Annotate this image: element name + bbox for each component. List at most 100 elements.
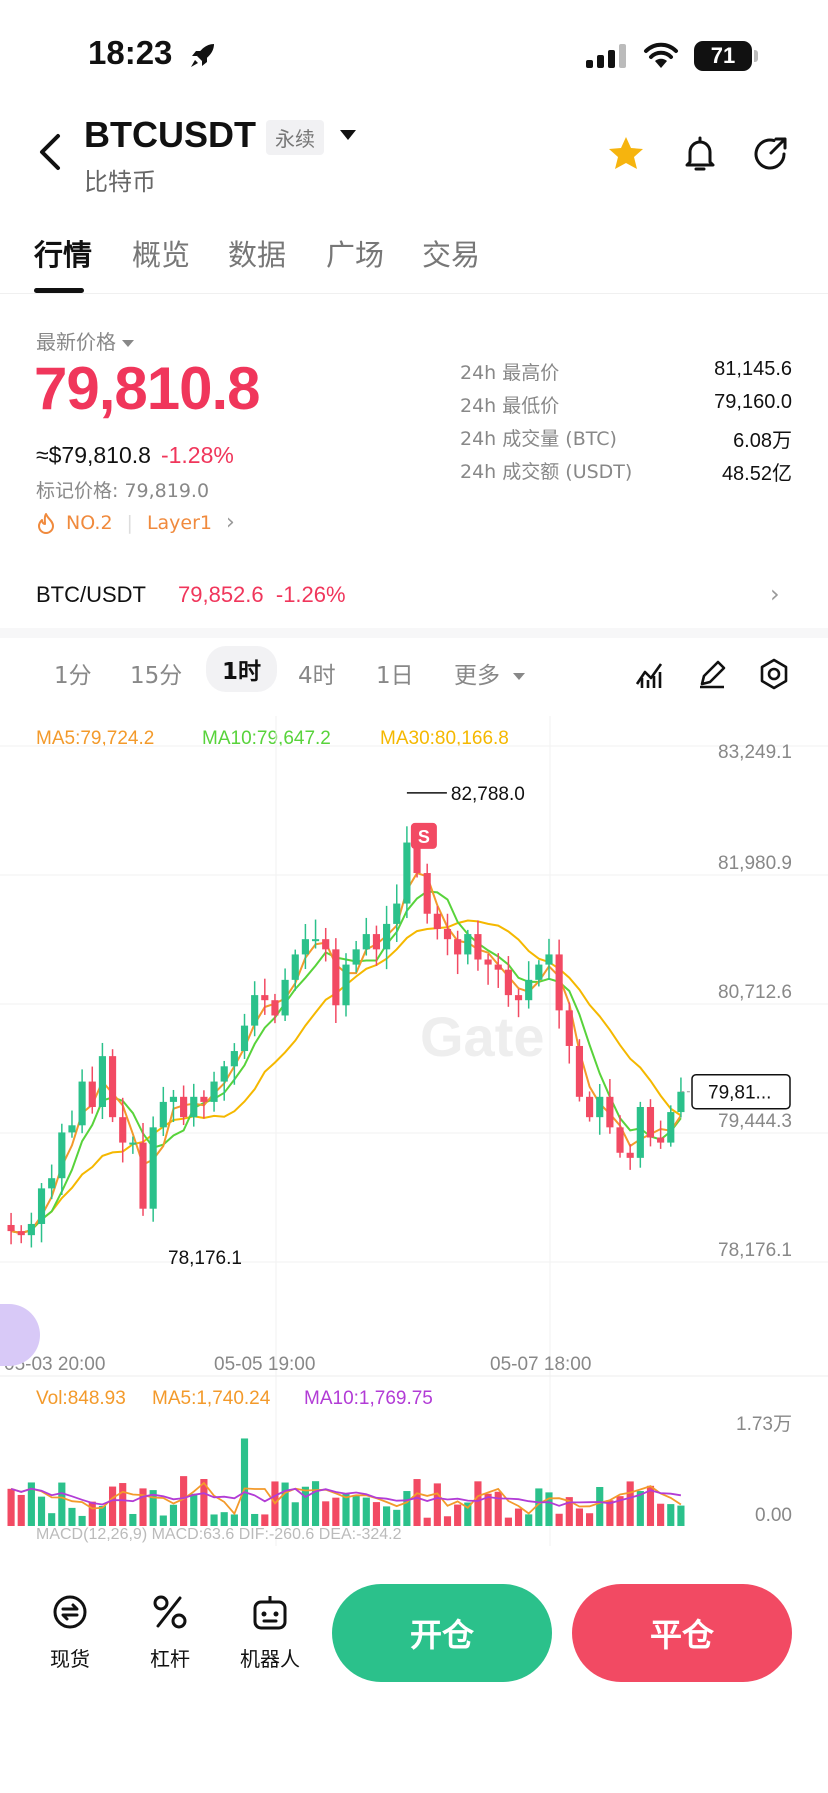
- draw-pencil-icon[interactable]: [696, 658, 728, 690]
- leverage-button[interactable]: 杠杆: [150, 1592, 190, 1672]
- latest-price-selector[interactable]: 最新价格: [36, 326, 134, 355]
- kline-chart[interactable]: MA5:79,724.2 MA10:79,647.2 MA30:80,166.8…: [0, 716, 828, 1546]
- candle-body: [535, 964, 543, 980]
- candle-body: [646, 1106, 655, 1138]
- stat-row: 24h 成交额 (USDT) 48.52亿: [460, 457, 792, 490]
- chart-svg[interactable]: Gate 83,249.1 81,980.9 80,712.6 79,444.3 78,…: [0, 716, 828, 1546]
- stats-panel: 24h 最高价 81,145.6 24h 最低价 79,160.0 24h 成交量 …: [460, 358, 792, 490]
- candle-body: [596, 1096, 604, 1118]
- volume-bar: [352, 1494, 360, 1526]
- volume-bar: [240, 1438, 249, 1526]
- header: BTCUSDT 永续 比特币: [0, 110, 828, 200]
- back-icon[interactable]: [34, 132, 68, 172]
- candle-body: [352, 949, 360, 965]
- symbol-title[interactable]: BTCUSDT: [84, 114, 256, 156]
- volume-bar: [383, 1506, 391, 1526]
- volume-bar: [17, 1494, 25, 1526]
- candle-body: [129, 1142, 137, 1145]
- sector-tag: Layer1: [146, 511, 212, 534]
- macd-label: MACD(12,26,9) MACD:63.6 DIF:-260.6 DEA:-…: [36, 1526, 402, 1543]
- candle-body: [636, 1106, 644, 1158]
- volume-bar: [210, 1514, 218, 1526]
- open-position-button[interactable]: 开仓: [332, 1584, 552, 1682]
- tag-row[interactable]: NO.2 | Layer1 ›: [36, 510, 235, 535]
- interval-1m[interactable]: 1分: [54, 656, 92, 690]
- main-tabs: 行情 概览 数据 广场 交易: [0, 222, 828, 294]
- volume-bar: [37, 1496, 46, 1526]
- close-position-button[interactable]: 平仓: [572, 1584, 792, 1682]
- tab-data[interactable]: 数据: [228, 232, 286, 274]
- volume-bar: [545, 1492, 553, 1526]
- x-tick-label: 05-05 19:00: [214, 1354, 315, 1375]
- candle-body: [251, 995, 259, 1026]
- interval-more[interactable]: 更多: [454, 656, 526, 690]
- y-tick-label: 81,980.9: [718, 853, 792, 874]
- volume-bar: [423, 1517, 431, 1526]
- interval-15m[interactable]: 15分: [130, 656, 182, 690]
- interval-1d[interactable]: 1日: [376, 656, 414, 690]
- battery-indicator: 71: [694, 41, 752, 71]
- volume-bar: [586, 1513, 594, 1526]
- candle-body: [322, 939, 330, 950]
- interval-4h[interactable]: 4时: [298, 656, 336, 690]
- volume-bar: [443, 1516, 452, 1526]
- tab-square[interactable]: 广场: [326, 232, 384, 274]
- volume-bar: [139, 1488, 147, 1526]
- tab-market[interactable]: 行情: [34, 232, 92, 274]
- volume-bar: [433, 1483, 441, 1526]
- volume-bar: [504, 1517, 512, 1526]
- candle-body: [190, 1096, 198, 1118]
- volume-bar: [48, 1513, 56, 1526]
- candle-body: [677, 1091, 685, 1113]
- wifi-icon: [644, 42, 678, 68]
- spot-pair-row[interactable]: BTC/USDT 79,852.6 -1.26% ›: [0, 568, 828, 628]
- candle-body: [514, 995, 523, 1001]
- indicator-icon[interactable]: [634, 658, 666, 690]
- volume-bar: [474, 1481, 482, 1526]
- y-tick-label: 79,444.3: [718, 1111, 792, 1132]
- interval-1h[interactable]: 1时: [206, 646, 278, 692]
- spot-button[interactable]: 现货: [50, 1592, 90, 1672]
- candle-body: [657, 1137, 665, 1143]
- volume-bar: [78, 1515, 86, 1526]
- favorite-star-icon[interactable]: [606, 134, 646, 174]
- interval-more-label: 更多: [454, 663, 500, 689]
- candle-body: [372, 934, 381, 950]
- mark-price: 标记价格: 79,819.0: [36, 480, 210, 502]
- vol-tick-label: 1.73万: [736, 1414, 792, 1435]
- spot-label: 现货: [50, 1647, 90, 1671]
- symbol-dropdown-icon[interactable]: [340, 130, 356, 140]
- alert-bell-icon[interactable]: [680, 134, 720, 174]
- volume-bar: [169, 1504, 178, 1526]
- candle-body: [504, 969, 512, 996]
- settings-icon[interactable]: [758, 658, 790, 690]
- volume-bar: [575, 1508, 584, 1526]
- low-marker-label: 78,176.1: [168, 1248, 242, 1269]
- candle-body: [230, 1051, 238, 1067]
- y-tick-label: 78,176.1: [718, 1240, 792, 1261]
- volume-bar: [230, 1514, 238, 1526]
- tab-trade[interactable]: 交易: [422, 232, 480, 274]
- tab-overview[interactable]: 概览: [132, 232, 190, 274]
- status-time: 18:23: [88, 34, 173, 71]
- volume-bar: [393, 1509, 401, 1526]
- candle-body: [240, 1025, 249, 1052]
- candle-body: [108, 1056, 117, 1118]
- tab-active-indicator: [34, 288, 84, 293]
- stat-value: 79,160.0: [714, 391, 792, 413]
- volume-bar: [413, 1479, 421, 1526]
- share-icon[interactable]: [750, 134, 790, 174]
- candle-body: [180, 1096, 188, 1118]
- volume-bar: [281, 1482, 289, 1526]
- volume-bar: [403, 1491, 411, 1526]
- candle-body: [606, 1096, 614, 1128]
- stat-value: 81,145.6: [714, 358, 792, 380]
- volume-bar: [301, 1486, 309, 1526]
- leverage-percent-icon: [153, 1595, 187, 1629]
- candle-body: [393, 903, 401, 924]
- candle-body: [149, 1127, 157, 1209]
- section-divider: [0, 628, 828, 638]
- candle-body: [555, 954, 563, 1011]
- candle-body: [332, 949, 340, 1006]
- bot-button[interactable]: 机器人: [240, 1592, 300, 1672]
